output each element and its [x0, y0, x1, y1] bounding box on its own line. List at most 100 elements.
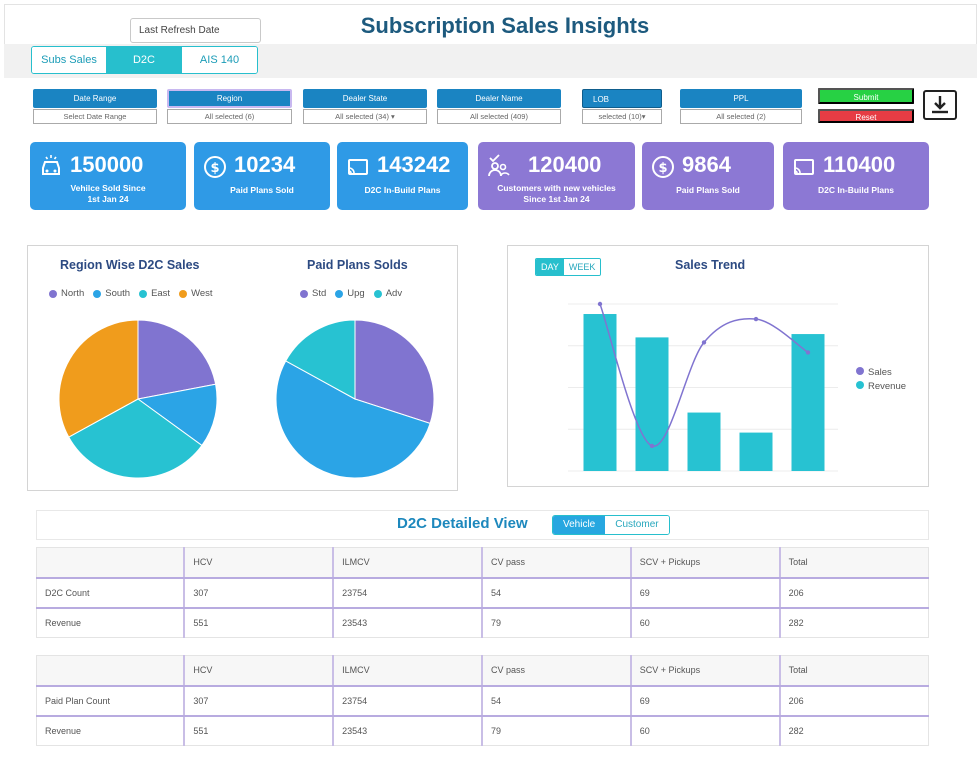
plans-legend-item[interactable]: Adv [373, 288, 402, 299]
kpi-label: D2C In-Build Plans [364, 185, 441, 195]
dollar-icon: $ [204, 156, 226, 178]
legend-label: Revenue [868, 381, 907, 392]
table-row: Revenue 551 23543 79 60 282 [36, 607, 929, 638]
column-header [36, 547, 185, 579]
lob-filter[interactable]: LOB selected (10)▾ [582, 89, 662, 124]
last-refresh-button[interactable]: Last Refresh Date [130, 18, 261, 43]
page-title: Subscription Sales Insights [360, 13, 650, 38]
toggle-vehicle[interactable]: Vehicle [553, 516, 606, 534]
region-pie-legend: North South East West [49, 288, 213, 299]
ppl-filter[interactable]: PPL All selected (2) [680, 89, 802, 124]
tab-ais-140[interactable]: AIS 140 [182, 47, 257, 73]
table-cell: 79 [480, 607, 631, 638]
date-range-input[interactable]: Select Date Range [33, 109, 157, 124]
trend-legend-item[interactable]: Sales [856, 366, 906, 380]
column-header: ILMCV [332, 655, 482, 687]
reset-button[interactable]: Reset [818, 109, 914, 123]
plans-legend-item[interactable]: Upg [335, 288, 365, 299]
table-cell: 23754 [332, 577, 482, 609]
table-header-row: HCV ILMCV CV pass SCV + Pickups Total [36, 547, 929, 579]
region-select[interactable]: All selected (6) [167, 109, 292, 124]
dealer-state-select[interactable]: All selected (34) ▾ [303, 109, 427, 124]
table-header-row: HCV ILMCV CV pass SCV + Pickups Total [36, 655, 929, 687]
region-legend-item[interactable]: East [139, 288, 170, 299]
sales-point[interactable] [753, 316, 759, 322]
legend-dot [856, 381, 864, 389]
kpi-value: 10234 [234, 152, 296, 177]
table-cell: 551 [183, 607, 334, 638]
legend-label: Std [312, 288, 327, 299]
table-cell: 60 [629, 607, 780, 638]
kpi-card-in-build-plans-2: 110400 D2C In-Build Plans [783, 142, 929, 210]
sales-point[interactable] [597, 301, 603, 307]
sales-point[interactable] [805, 350, 811, 355]
table-cell: 307 [183, 685, 334, 717]
region-pie-chart [58, 319, 218, 479]
region-pie-title: Region Wise D2C Sales [60, 258, 200, 272]
table-cell: 206 [778, 577, 929, 609]
region-legend-item[interactable]: West [179, 288, 213, 299]
pie-charts-card: Region Wise D2C Sales North South East West… [27, 245, 458, 491]
table-row: D2C Count 307 23754 54 69 206 [36, 577, 929, 609]
detailed-table-d2c: HCV ILMCV CV pass SCV + Pickups Total D2C Cou… [36, 547, 929, 638]
download-icon [932, 96, 948, 114]
region-label: Region [167, 89, 292, 108]
column-header: SCV + Pickups [629, 547, 780, 579]
download-button[interactable] [923, 90, 957, 120]
legend-label: South [105, 288, 131, 299]
caret-down-icon: ▾ [391, 112, 395, 121]
revenue-bar[interactable] [583, 314, 617, 471]
revenue-bar[interactable] [687, 412, 721, 471]
table-cell: 23543 [332, 607, 482, 638]
kpi-value: 120400 [528, 152, 602, 177]
table-cell: 282 [778, 607, 929, 638]
table-row: Paid Plan Count 307 23754 54 69 206 [36, 685, 929, 717]
car-icon [42, 155, 60, 175]
toggle-week[interactable]: WEEK [563, 259, 601, 275]
ppl-label: PPL [680, 89, 802, 108]
svg-text:$: $ [658, 161, 667, 176]
dollar-icon: $ [652, 156, 674, 178]
kpi-value: 110400 [823, 152, 896, 177]
sales-point[interactable] [649, 443, 655, 449]
legend-dot [179, 289, 188, 298]
legend-dot [49, 289, 57, 298]
region-legend-item[interactable]: South [93, 288, 130, 299]
toggle-customer[interactable]: Customer [605, 516, 669, 534]
day-week-toggle: DAY WEEK [535, 258, 602, 276]
date-range-label: Date Range [33, 89, 157, 108]
legend-dot [300, 289, 308, 298]
legend-label: North [61, 288, 85, 299]
trend-legend-item[interactable]: Revenue [856, 380, 906, 394]
ppl-select[interactable]: All selected (2) [680, 109, 802, 124]
column-header: CV pass [480, 655, 631, 687]
legend-dot [335, 289, 344, 298]
region-filter[interactable]: Region All selected (6) [167, 89, 292, 124]
legend-dot [139, 289, 148, 298]
column-header: Total [778, 547, 929, 579]
revenue-bar[interactable] [739, 432, 773, 471]
toggle-day[interactable]: DAY [536, 259, 564, 275]
lob-select[interactable]: selected (10)▾ [582, 109, 662, 124]
dealer-state-filter[interactable]: Dealer State All selected (34) ▾ [303, 89, 427, 124]
table-cell: 206 [778, 685, 929, 717]
dealer-name-label: Dealer Name [437, 89, 561, 108]
dealer-name-filter[interactable]: Dealer Name All selected (409) [437, 89, 561, 124]
submit-button[interactable]: Submit [818, 88, 914, 104]
region-legend-item[interactable]: North [49, 288, 84, 299]
tab-subs-sales[interactable]: Subs Sales [32, 47, 107, 73]
table-cell: 54 [480, 577, 631, 609]
table-cell: 23543 [332, 715, 482, 746]
kpi-value: 143242 [377, 152, 451, 177]
table-cell: 282 [778, 715, 929, 746]
caret-down-icon: ▾ [641, 112, 646, 121]
revenue-bar[interactable] [635, 337, 669, 471]
sales-point[interactable] [701, 340, 707, 345]
table-cell: D2C Count [36, 577, 185, 609]
kpi-value: 9864 [682, 152, 731, 177]
sales-trend-legend: Sales Revenue [856, 366, 906, 394]
date-range-filter[interactable]: Date Range Select Date Range [33, 89, 157, 124]
tab-d2c[interactable]: D2C [107, 47, 182, 73]
dealer-name-select[interactable]: All selected (409) [437, 109, 561, 124]
plans-legend-item[interactable]: Std [300, 288, 326, 299]
